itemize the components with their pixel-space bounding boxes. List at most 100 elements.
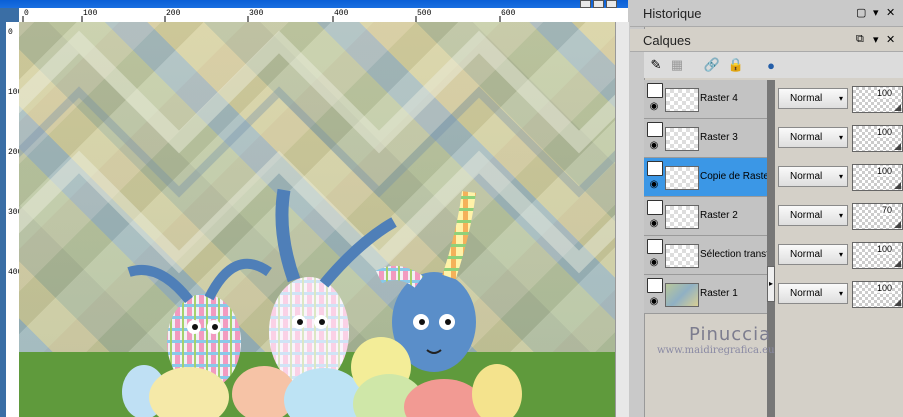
ruler-left: 0 100 200 300 400 [6,22,20,417]
blend-mode-select[interactable]: Normal ▾ [778,205,848,226]
layer-props-row: Normal ▾ 100 [775,80,903,119]
layer-name: Raster 4 [700,93,738,104]
blend-mode-value: Normal [790,210,823,221]
opacity-slider[interactable]: 100 [852,125,903,152]
minimize-icon[interactable] [580,0,591,8]
visibility-eye-icon[interactable]: ◉ [647,140,661,152]
layer-thumbnail [665,88,699,112]
ruler-tick: 0 [8,28,13,37]
close-icon[interactable] [606,0,617,8]
layer-thumbnail [665,283,699,307]
layer-thumbnail [665,166,699,190]
opacity-slider[interactable]: 100 [852,242,903,269]
blend-mode-value: Normal [790,93,823,104]
layer-properties-icon[interactable]: ✎ [647,56,665,74]
restore-icon[interactable]: ▢ [856,6,866,19]
visibility-eye-icon[interactable]: ◉ [647,179,661,191]
slider-handle-icon [894,143,901,150]
new-layer-icon[interactable]: ● [762,56,780,74]
blend-mode-value: Normal [790,132,823,143]
layer-row[interactable]: ◉ Sélection transfo [644,236,775,275]
dropdown-arrow-icon: ▾ [838,172,843,181]
visibility-eye-icon[interactable]: ◉ [647,296,661,308]
blend-mode-select[interactable]: Normal ▾ [778,127,848,148]
layer-row[interactable]: ◉ Raster 1 [644,275,767,314]
layer-type-icon [647,278,663,293]
opacity-value: 100 [876,283,892,293]
layer-row[interactable]: ◉ Raster 4 [644,80,767,119]
close-icon[interactable]: ✕ [886,33,895,46]
opacity-value: 100 [876,166,892,176]
layer-type-icon [647,83,663,98]
layers-toolbar: ✎ ▦ 🔗 🔒 ● [644,52,903,78]
visibility-eye-icon[interactable]: ◉ [647,218,661,230]
layer-name: Copie de Raster [700,171,773,182]
link-icon[interactable]: 🔗 [703,56,721,74]
layer-props-row: Normal ▾ 100 [775,158,903,197]
layer-row[interactable]: ◉ Raster 2 [644,197,767,236]
layers-header: Calques ⧉ ▾ ✕ [630,29,903,52]
menu-arrow-icon[interactable]: ▾ [873,6,879,19]
watermark-url: www.maidiregrafica.eu [657,345,775,356]
dock-handle[interactable] [630,0,645,417]
blend-mode-value: Normal [790,249,823,260]
layers-list: ◉ Raster 4 ◉ Raster 3 ◉ Copie de Raster … [644,80,775,314]
layer-row-selected[interactable]: ◉ Copie de Raster [644,158,772,197]
opacity-value: 100 [876,244,892,254]
visibility-eye-icon[interactable]: ◉ [647,101,661,113]
image-window: 0 100 200 300 400 500 600 0 100 200 300 … [0,0,629,417]
layer-row[interactable]: ◉ Raster 3 [644,119,767,158]
layer-name: Raster 2 [700,210,738,221]
blend-mode-select[interactable]: Normal ▾ [778,244,848,265]
blend-mode-value: Normal [790,288,823,299]
layer-name: Raster 3 [700,132,738,143]
layer-thumbnail [665,205,699,229]
slider-handle-icon [894,104,901,111]
panel-empty-area [775,314,903,417]
opacity-value: 100 [876,88,892,98]
slider-handle-icon [894,221,901,228]
layer-thumbnail [665,127,699,151]
lock-icon[interactable]: 🔒 [727,56,745,74]
layers-title: Calques [643,33,691,48]
opacity-value: 70 [881,205,892,215]
blend-mode-select[interactable]: Normal ▾ [778,166,848,187]
delete-layer-icon[interactable]: ▦ [668,56,686,74]
dropdown-arrow-icon: ▾ [838,289,843,298]
close-icon[interactable]: ✕ [886,6,895,19]
layer-props-row: Normal ▾ 70 [775,197,903,236]
slider-handle-icon [894,182,901,189]
artwork [19,22,615,417]
opacity-slider[interactable]: 70 [852,203,903,230]
window-titlebar [0,0,628,8]
dropdown-arrow-icon: ▾ [838,94,843,103]
ruler-top-ticks [22,16,501,22]
blend-mode-select[interactable]: Normal ▾ [778,283,848,304]
slider-handle-icon [894,260,901,267]
layer-type-icon [647,239,663,254]
opacity-value: 100 [876,127,892,137]
layer-props-row: Normal ▾ 100 [775,275,903,314]
ruler-top: 0 100 200 300 400 500 600 [19,8,628,23]
dropdown-arrow-icon: ▾ [838,211,843,220]
float-icon[interactable]: ⧉ [856,33,864,46]
slider-handle-icon [894,299,901,306]
opacity-slider[interactable]: 100 [852,281,903,308]
blend-mode-value: Normal [790,171,823,182]
menu-arrow-icon[interactable]: ▾ [873,33,879,46]
opacity-slider[interactable]: 100 [852,86,903,113]
layer-type-icon [647,161,663,176]
layer-properties: Normal ▾ 100 Normal ▾ 100 Normal ▾ 100 Norm… [775,80,903,314]
splitter-arrow-icon[interactable]: ▸ [767,266,775,302]
panel-splitter[interactable] [767,80,775,417]
opacity-slider[interactable]: 100 [852,164,903,191]
visibility-eye-icon[interactable]: ◉ [647,257,661,269]
layer-type-icon [647,122,663,137]
dropdown-arrow-icon: ▾ [838,250,843,259]
layer-thumbnail [665,244,699,268]
dropdown-arrow-icon: ▾ [838,133,843,142]
vertical-scrollbar[interactable] [615,22,629,417]
blend-mode-select[interactable]: Normal ▾ [778,88,848,109]
image-canvas[interactable] [19,22,615,417]
maximize-icon[interactable] [593,0,604,8]
